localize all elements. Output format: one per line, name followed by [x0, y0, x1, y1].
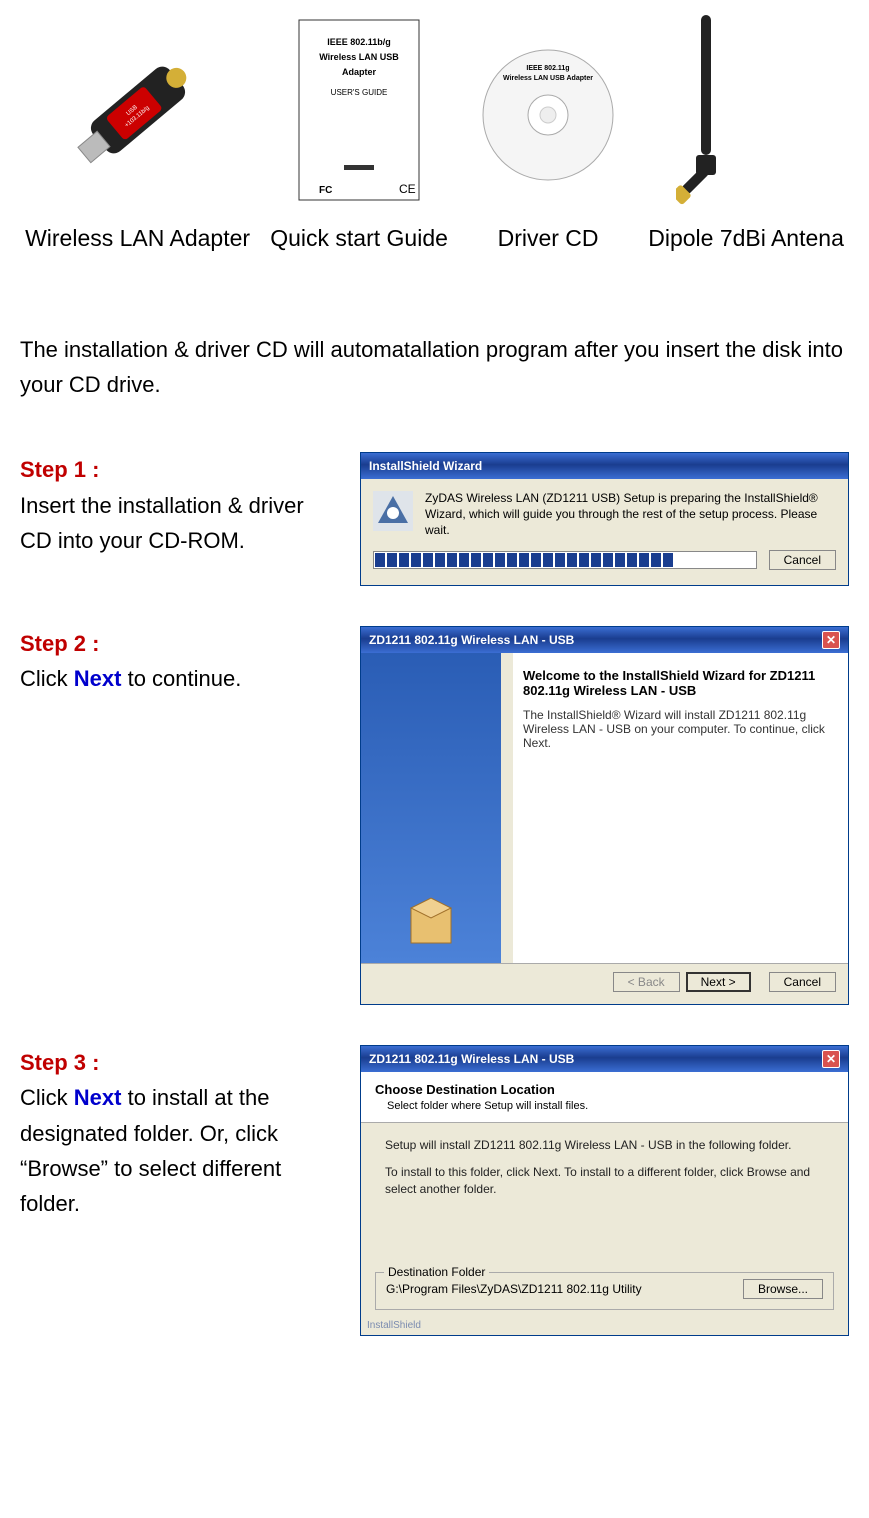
dialog-body: Setup will install ZD1211 802.11g Wirele…	[361, 1123, 848, 1211]
progress-row: Cancel	[361, 550, 848, 585]
package-contents-row: USB +103.11b/g Wireless LAN Adapter IEEE…	[10, 10, 859, 262]
svg-text:Wireless LAN USB Adapter: Wireless LAN USB Adapter	[503, 75, 593, 82]
welcome-wizard-dialog: ZD1211 802.11g Wireless LAN - USB ✕ Welc…	[360, 626, 849, 1005]
quick-start-guide-illustration: IEEE 802.11b/g Wireless LAN USB Adapter …	[289, 15, 429, 205]
cd-image: IEEE 802.11g Wireless LAN USB Adapter	[468, 10, 628, 210]
step-body: Click Next to continue.	[20, 661, 340, 696]
installer-icon	[373, 491, 413, 531]
cancel-button[interactable]: Cancel	[769, 972, 836, 992]
step-2-row: Step 2 : Click Next to continue. ZD1211 …	[20, 626, 849, 1005]
back-button[interactable]: < Back	[613, 972, 680, 992]
svg-text:FC: FC	[319, 185, 332, 196]
adapter-image: USB +103.11b/g	[48, 10, 228, 210]
welcome-title: Welcome to the InstallShield Wizard for …	[523, 668, 838, 698]
step-label: Step 3 :	[20, 1045, 340, 1080]
browse-button[interactable]: Browse...	[743, 1279, 823, 1299]
dialog-titlebar: InstallShield Wizard	[361, 453, 848, 479]
step-label: Step 1 :	[20, 452, 340, 487]
body-line1: Setup will install ZD1211 802.11g Wirele…	[385, 1137, 824, 1154]
svg-text:USER'S GUIDE: USER'S GUIDE	[331, 88, 388, 97]
svg-text:Adapter: Adapter	[342, 67, 377, 77]
guide-image: IEEE 802.11b/g Wireless LAN USB Adapter …	[289, 10, 429, 210]
body-line2: To install to this folder, click Next. T…	[385, 1164, 824, 1198]
step-label: Step 2 :	[20, 626, 340, 661]
welcome-text: The InstallShield® Wizard will install Z…	[523, 708, 838, 750]
dialog-header: Choose Destination Location Select folde…	[361, 1072, 848, 1123]
destination-folder-group: Destination Folder G:\Program Files\ZyDA…	[375, 1272, 834, 1310]
package-label: Dipole 7dBi Antena	[648, 225, 844, 252]
usb-adapter-illustration: USB +103.11b/g	[48, 20, 228, 200]
wizard-sidebar-graphic	[361, 653, 501, 963]
dialog-titlebar: ZD1211 802.11g Wireless LAN - USB ✕	[361, 1046, 848, 1072]
step-body: Insert the installation & driver CD into…	[20, 488, 340, 558]
progress-bar	[373, 551, 757, 569]
antenna-image	[676, 10, 816, 210]
box-icon	[401, 893, 461, 953]
step-3-text: Step 3 : Click Next to install at the de…	[20, 1045, 340, 1221]
step-2-text: Step 2 : Click Next to continue.	[20, 626, 340, 696]
next-keyword: Next	[74, 1085, 122, 1110]
installshield-preparing-dialog: InstallShield Wizard ZyDAS Wireless LAN …	[360, 452, 849, 586]
package-item-adapter: USB +103.11b/g Wireless LAN Adapter	[25, 10, 250, 252]
dialog-title: ZD1211 802.11g Wireless LAN - USB	[369, 1052, 574, 1066]
dipole-antenna-illustration	[676, 10, 816, 210]
wizard-main-panel: Welcome to the InstallShield Wizard for …	[513, 653, 848, 963]
intro-paragraph: The installation & driver CD will automa…	[20, 332, 849, 402]
dialog-button-row: < Back Next > Cancel	[361, 963, 848, 1004]
dialog-titlebar: ZD1211 802.11g Wireless LAN - USB ✕	[361, 627, 848, 653]
driver-cd-illustration: IEEE 802.11g Wireless LAN USB Adapter	[468, 30, 628, 190]
package-label: Wireless LAN Adapter	[25, 225, 250, 252]
next-button[interactable]: Next >	[686, 972, 751, 992]
close-icon[interactable]: ✕	[822, 1050, 840, 1068]
destination-legend: Destination Folder	[384, 1265, 489, 1279]
dialog-title: InstallShield Wizard	[369, 459, 482, 473]
destination-path: G:\Program Files\ZyDAS\ZD1211 802.11g Ut…	[386, 1282, 642, 1296]
svg-text:Wireless LAN USB: Wireless LAN USB	[319, 52, 399, 62]
dialog-title: ZD1211 802.11g Wireless LAN - USB	[369, 633, 574, 647]
step-3-row: Step 3 : Click Next to install at the de…	[20, 1045, 849, 1335]
installshield-status: InstallShield	[361, 1318, 848, 1335]
next-keyword: Next	[74, 666, 122, 691]
header-title: Choose Destination Location	[375, 1082, 834, 1097]
package-label: Driver CD	[498, 225, 599, 252]
dialog-body: ZyDAS Wireless LAN (ZD1211 USB) Setup is…	[361, 479, 848, 550]
step-1-row: Step 1 : Insert the installation & drive…	[20, 452, 849, 586]
dialog-message: ZyDAS Wireless LAN (ZD1211 USB) Setup is…	[425, 491, 836, 538]
package-item-guide: IEEE 802.11b/g Wireless LAN USB Adapter …	[270, 10, 448, 252]
close-icon[interactable]: ✕	[822, 631, 840, 649]
svg-text:CE: CE	[399, 182, 416, 196]
svg-text:IEEE 802.11b/g: IEEE 802.11b/g	[327, 37, 391, 47]
package-item-cd: IEEE 802.11g Wireless LAN USB Adapter Dr…	[468, 10, 628, 252]
svg-text:IEEE 802.11g: IEEE 802.11g	[526, 65, 569, 72]
package-item-antenna: Dipole 7dBi Antena	[648, 10, 844, 252]
step-body: Click Next to install at the designated …	[20, 1080, 340, 1221]
choose-destination-dialog: ZD1211 802.11g Wireless LAN - USB ✕ Choo…	[360, 1045, 849, 1335]
dialog-body: Welcome to the InstallShield Wizard for …	[361, 653, 848, 963]
header-subtitle: Select folder where Setup will install f…	[387, 1100, 834, 1112]
step-1-text: Step 1 : Insert the installation & drive…	[20, 452, 340, 558]
package-label: Quick start Guide	[270, 225, 448, 252]
cancel-button[interactable]: Cancel	[769, 550, 836, 570]
